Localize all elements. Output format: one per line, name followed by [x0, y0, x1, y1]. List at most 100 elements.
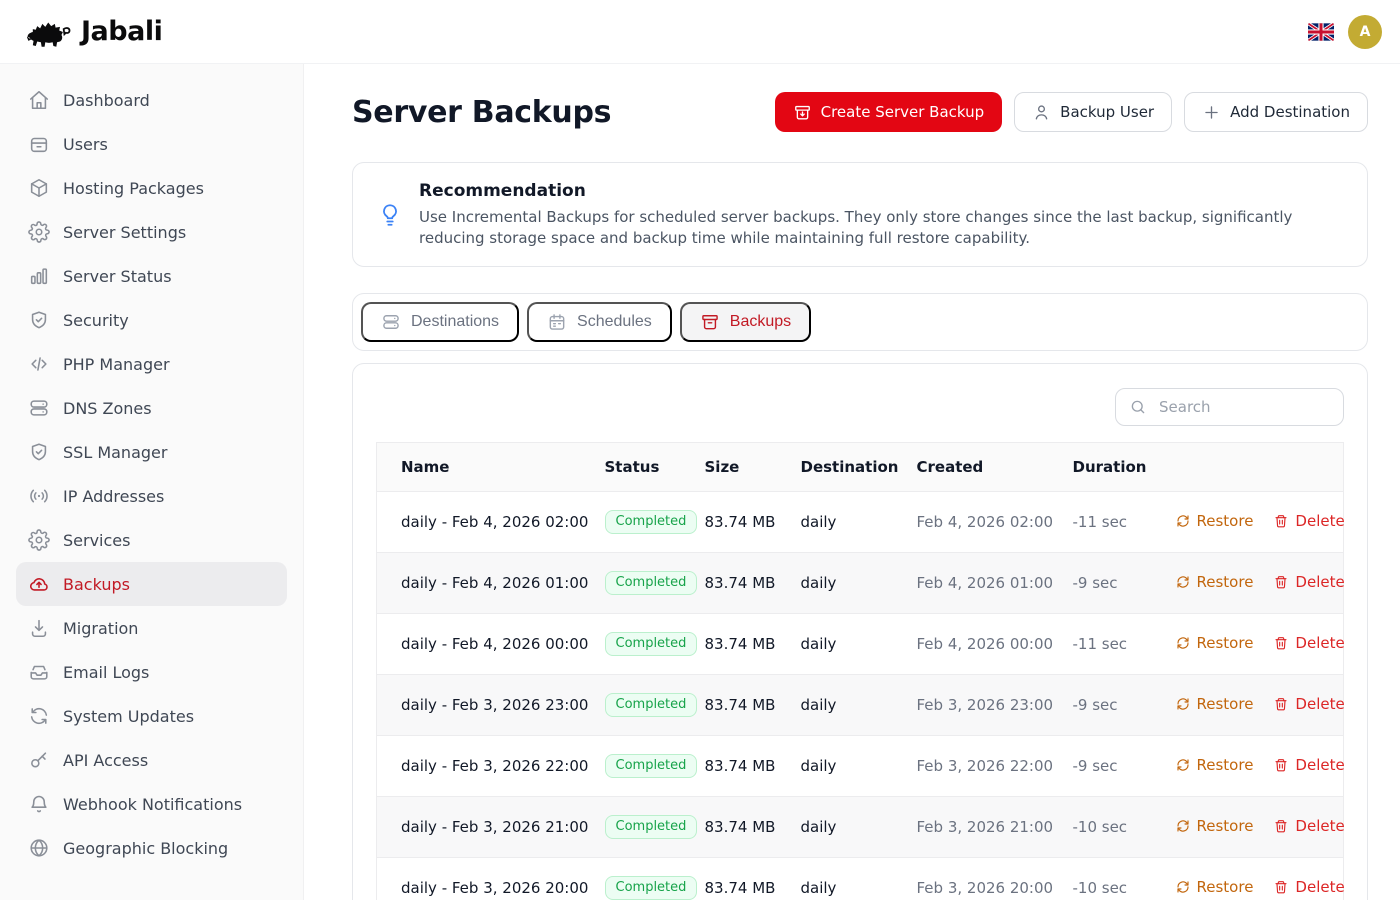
sidebar-item-label: System Updates — [63, 707, 194, 726]
cell-destination: daily — [789, 797, 905, 858]
sidebar-item-webhook-notifications[interactable]: Webhook Notifications — [16, 782, 287, 826]
cell-status: Completed — [593, 797, 693, 858]
search-input[interactable] — [1157, 397, 1330, 417]
sidebar-item-label: Services — [63, 531, 130, 550]
cell-size: 83.74 MB — [693, 675, 789, 736]
cell-created: Feb 3, 2026 23:00 — [905, 675, 1061, 736]
sidebar-item-label: Dashboard — [63, 91, 150, 110]
archive-icon — [700, 312, 720, 332]
sidebar-item-label: Server Status — [63, 267, 172, 286]
column-header-duration: Duration — [1061, 443, 1163, 492]
column-header-actions — [1163, 443, 1344, 492]
sidebar-item-hosting-packages[interactable]: Hosting Packages — [16, 166, 287, 210]
sidebar-item-dashboard[interactable]: Dashboard — [16, 78, 287, 122]
cell-duration: -9 sec — [1061, 553, 1163, 614]
sidebar-item-php-manager[interactable]: PHP Manager — [16, 342, 287, 386]
inbox-icon — [28, 661, 50, 683]
sidebar-item-system-updates[interactable]: System Updates — [16, 694, 287, 738]
backup-user-button[interactable]: Backup User — [1014, 92, 1172, 132]
sidebar-item-label: Security — [63, 311, 129, 330]
delete-button[interactable]: Delete — [1273, 878, 1344, 896]
lightbulb-icon — [377, 202, 403, 228]
delete-button[interactable]: Delete — [1273, 695, 1344, 713]
cell-created: Feb 3, 2026 20:00 — [905, 858, 1061, 900]
sidebar-item-users[interactable]: Users — [16, 122, 287, 166]
delete-button[interactable]: Delete — [1273, 634, 1344, 652]
boar-icon — [24, 15, 71, 49]
sidebar-item-security[interactable]: Security — [16, 298, 287, 342]
backup-row: daily - Feb 4, 2026 00:00Completed83.74 … — [377, 614, 1344, 675]
brand-logo[interactable]: Jabali — [24, 15, 162, 49]
restore-button[interactable]: Restore — [1175, 817, 1254, 835]
delete-label: Delete — [1295, 573, 1344, 591]
user-avatar[interactable]: A — [1348, 15, 1382, 49]
sidebar-item-ip-addresses[interactable]: IP Addresses — [16, 474, 287, 518]
restore-button[interactable]: Restore — [1175, 634, 1254, 652]
sidebar-item-geographic-blocking[interactable]: Geographic Blocking — [16, 826, 287, 870]
restore-button[interactable]: Restore — [1175, 695, 1254, 713]
delete-button[interactable]: Delete — [1273, 573, 1344, 591]
header-actions: Create Server Backup Backup User Add Des… — [775, 92, 1368, 132]
uk-flag-icon[interactable] — [1308, 23, 1334, 41]
tab-schedules[interactable]: Schedules — [527, 302, 672, 342]
delete-button[interactable]: Delete — [1273, 756, 1344, 774]
cell-size: 83.74 MB — [693, 492, 789, 553]
column-header-created: Created — [905, 443, 1061, 492]
home-icon — [28, 89, 50, 111]
add-destination-button[interactable]: Add Destination — [1184, 92, 1368, 132]
sidebar-item-server-status[interactable]: Server Status — [16, 254, 287, 298]
status-badge: Completed — [605, 876, 698, 900]
gear-icon — [28, 221, 50, 243]
delete-button[interactable]: Delete — [1273, 817, 1344, 835]
backups-table-card: NameStatusSizeDestinationCreatedDuration… — [352, 363, 1368, 900]
restore-label: Restore — [1197, 634, 1254, 652]
trash-icon — [1273, 696, 1289, 712]
sidebar-item-email-logs[interactable]: Email Logs — [16, 650, 287, 694]
sidebar-item-label: PHP Manager — [63, 355, 170, 374]
restore-button[interactable]: Restore — [1175, 512, 1254, 530]
cell-actions: Restore Delete — [1163, 736, 1344, 797]
delete-label: Delete — [1295, 756, 1344, 774]
tab-destinations[interactable]: Destinations — [361, 302, 519, 342]
cell-created: Feb 3, 2026 21:00 — [905, 797, 1061, 858]
restore-button[interactable]: Restore — [1175, 573, 1254, 591]
shield-check-icon — [28, 441, 50, 463]
gear-icon — [28, 529, 50, 551]
sidebar-item-dns-zones[interactable]: DNS Zones — [16, 386, 287, 430]
cloud-upload-icon — [28, 573, 50, 595]
delete-label: Delete — [1295, 634, 1344, 652]
sidebar-item-label: SSL Manager — [63, 443, 167, 462]
cell-destination: daily — [789, 492, 905, 553]
restore-button[interactable]: Restore — [1175, 756, 1254, 774]
tab-label: Schedules — [577, 313, 652, 331]
restore-button[interactable]: Restore — [1175, 878, 1254, 896]
cell-duration: -11 sec — [1061, 492, 1163, 553]
refresh-icon — [28, 705, 50, 727]
cell-status: Completed — [593, 736, 693, 797]
cell-destination: daily — [789, 553, 905, 614]
sidebar-item-migration[interactable]: Migration — [16, 606, 287, 650]
cell-status: Completed — [593, 614, 693, 675]
status-badge: Completed — [605, 754, 698, 778]
sidebar-item-api-access[interactable]: API Access — [16, 738, 287, 782]
column-header-destination: Destination — [789, 443, 905, 492]
sidebar-item-label: Hosting Packages — [63, 179, 204, 198]
user-icon — [1032, 103, 1051, 122]
create-server-backup-button[interactable]: Create Server Backup — [775, 92, 1003, 132]
delete-button[interactable]: Delete — [1273, 512, 1344, 530]
cell-status: Completed — [593, 675, 693, 736]
sidebar-item-ssl-manager[interactable]: SSL Manager — [16, 430, 287, 474]
cell-name: daily - Feb 3, 2026 22:00 — [377, 736, 593, 797]
backup-row: daily - Feb 4, 2026 01:00Completed83.74 … — [377, 553, 1344, 614]
sidebar-item-label: Server Settings — [63, 223, 186, 242]
cell-size: 83.74 MB — [693, 614, 789, 675]
sidebar-item-label: Webhook Notifications — [63, 795, 242, 814]
rotate-icon — [1175, 818, 1191, 834]
tab-backups[interactable]: Backups — [680, 302, 811, 342]
sidebar-item-services[interactable]: Services — [16, 518, 287, 562]
sidebar-item-backups[interactable]: Backups — [16, 562, 287, 606]
cell-duration: -11 sec — [1061, 614, 1163, 675]
trash-icon — [1273, 635, 1289, 651]
sidebar-item-server-settings[interactable]: Server Settings — [16, 210, 287, 254]
cell-name: daily - Feb 3, 2026 23:00 — [377, 675, 593, 736]
